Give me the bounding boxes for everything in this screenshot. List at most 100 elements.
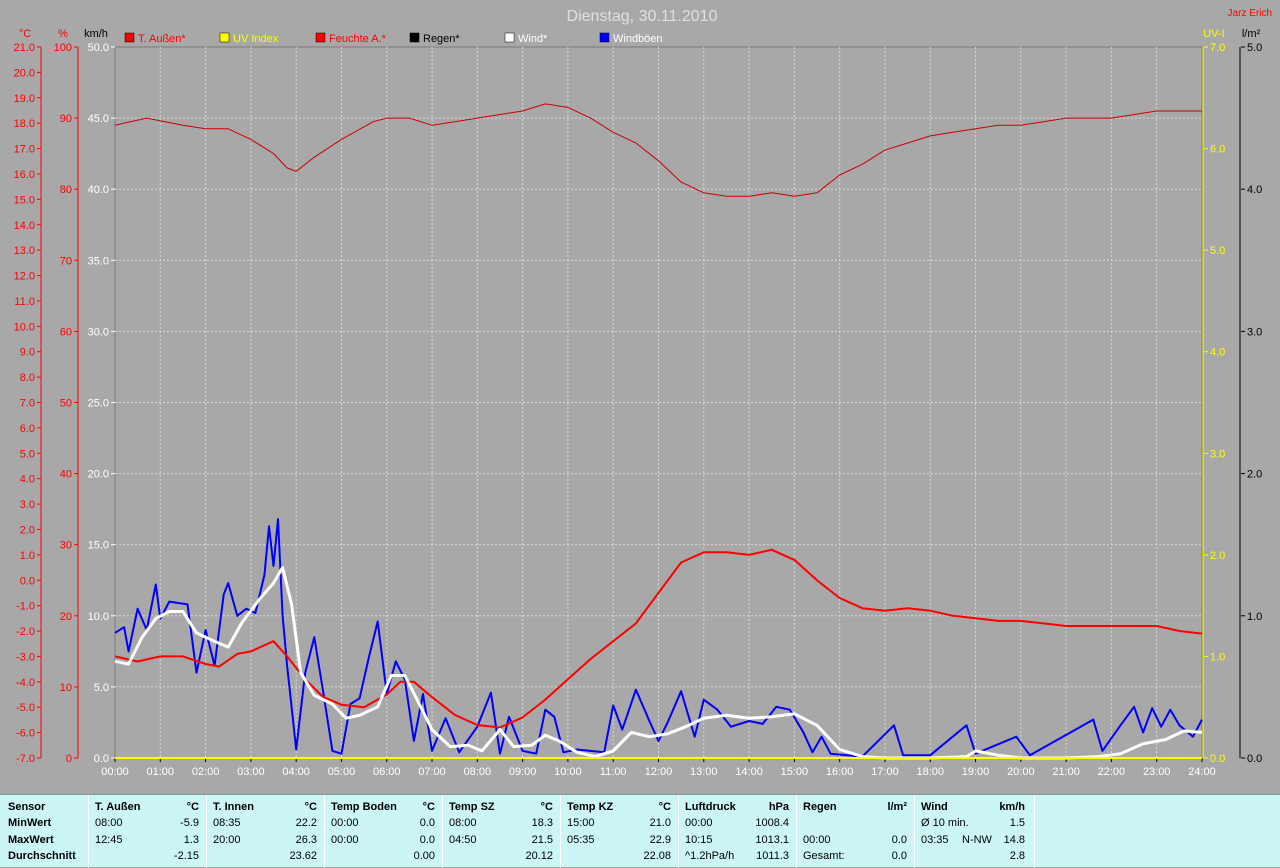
stats-min-time: 00:00 [685,817,713,829]
stats-col-unit: hPa [768,801,789,813]
wind-tick: 15.0 [88,540,109,552]
stats-min-value: 21.0 [649,817,671,829]
humidity-tick: 80 [60,184,72,196]
stats-column: T. Außen °C 08:00 -5.9 12:45 1.3 -2.15 [89,795,207,868]
stats-max-value: 0.0 [891,834,907,846]
temp-tick: 3.0 [20,499,35,511]
stats-min-value: -5.9 [180,817,199,829]
stats-max-value: 0.0 [419,834,435,846]
wind-tick: 20.0 [88,469,109,481]
stats-avg-value: 1011.3 [756,850,789,862]
legend-label: T. Außen* [138,33,186,45]
temp-tick: 5.0 [20,448,35,460]
stats-max-value: 1.3 [183,834,199,846]
x-tick-label: 20:00 [1007,766,1035,778]
x-tick-label: 03:00 [237,766,265,778]
x-tick-label: 10:00 [554,766,582,778]
x-tick-label: 09:00 [509,766,537,778]
x-tick-label: 06:00 [373,766,401,778]
temp-tick: 15.0 [14,194,35,206]
stats-avg-value: 0.0 [891,850,907,862]
temp-tick: 18.0 [14,118,35,130]
legend-label: UV Index [233,33,279,45]
stats-col-unit: °C [422,801,435,813]
x-tick-label: 14:00 [735,766,763,778]
stats-col-name: T. Innen [213,801,254,813]
x-tick-label: 01:00 [147,766,175,778]
humidity-tick: 60 [60,326,72,338]
legend-label: Feuchte A.* [329,33,387,45]
legend-swatch [504,32,515,43]
legend-swatch [315,32,326,43]
legend-swatch [599,32,610,43]
x-tick-label: 00:00 [101,766,129,778]
author-label: Jarz Erich [1228,8,1272,19]
x-tick-label: 05:00 [328,766,356,778]
temp-tick: 20.0 [14,67,35,79]
temp-tick: -5.0 [16,702,35,714]
stats-avg-value: 2.8 [1009,850,1025,862]
temp-tick: 1.0 [20,550,35,562]
x-tick-label: 17:00 [871,766,899,778]
stats-avg-value: 23.62 [289,850,317,862]
humidity-tick: 90 [60,113,72,125]
stats-max-value: 14.8 [1003,834,1025,846]
stats-panel: Sensor MinWert MaxWert Durchschnitt T. Außen… [0,794,1280,868]
stats-min-value: 1008.4 [755,817,789,829]
x-tick-label: 12:00 [645,766,673,778]
stats-avg-label: ^1.2hPa/h [685,850,735,862]
rain-tick: 1.0 [1247,611,1262,623]
left-axes: 21.0 20.0 19.0 18.0 17.0 16.0 15.0 14.0 13.0 12.0… [14,42,115,765]
stats-column: T. Innen °C 08:35 22.2 20:00 26.3 23.62 [207,795,325,868]
stats-col-unit: km/h [999,801,1025,813]
temp-tick: 6.0 [20,423,35,435]
stats-max-time: 12:45 [95,834,123,846]
stats-col-unit: °C [658,801,671,813]
temp-tick: -2.0 [16,626,35,638]
unit-rain: l/m² [1242,28,1261,40]
stats-max-value: 26.3 [295,834,317,846]
stats-column: Temp KZ °C 15:00 21.0 05:35 22.9 22.08 [561,795,679,868]
wind-tick: 35.0 [88,255,109,267]
wind-tick: 45.0 [88,113,109,125]
stats-col-unit: °C [186,801,199,813]
stats-column: Regen l/m² 00:00 0.0 Gesamt: 0.0 [797,795,915,868]
humidity-tick: 50 [60,398,72,410]
stats-col-name: Regen [803,801,837,813]
legend: T. Außen* UV Index Feuchte A.* Regen* Wind* W… [124,32,663,45]
x-tick-label: 04:00 [282,766,310,778]
stats-column: Temp Boden °C 00:00 0.0 00:00 0.0 0.00 [325,795,443,868]
unit-wind: km/h [84,28,108,40]
stats-column: Wind km/h Ø 10 min. 1.5 03:35 N-NW 14.8 2.8 [915,795,1035,868]
wind-tick: 50.0 [88,42,109,54]
wind-tick: 30.0 [88,326,109,338]
temp-tick: -3.0 [16,651,35,663]
temp-tick: 9.0 [20,347,35,359]
stats-row-label: Durchschnitt [8,850,76,862]
stats-row-label: MinWert [8,817,52,829]
temp-tick: 10.0 [14,321,35,333]
wind-tick: 40.0 [88,184,109,196]
temp-tick: 0.0 [20,575,35,587]
rain-tick: 5.0 [1247,42,1262,54]
temp-tick: 12.0 [14,271,35,283]
temp-tick: -6.0 [16,728,35,740]
temp-tick: 8.0 [20,372,35,384]
stats-min-value: 1.5 [1009,817,1025,829]
humidity-tick: 10 [60,682,72,694]
x-tick-label: 15:00 [781,766,809,778]
temp-tick: 21.0 [14,42,35,54]
uv-tick: 4.0 [1210,347,1225,359]
x-tick-label: 19:00 [962,766,990,778]
stats-col-unit: °C [304,801,317,813]
humidity-tick: 0 [66,753,72,765]
stats-avg-value: 22.08 [643,850,671,862]
stats-min-time: 08:35 [213,817,241,829]
temp-tick: 14.0 [14,220,35,232]
wind-tick: 25.0 [88,398,109,410]
stats-max-time: 00:00 [803,834,831,846]
stats-max-time: 05:35 [567,834,595,846]
stats-max-time: 00:00 [331,834,359,846]
x-tick-label: 16:00 [826,766,854,778]
temp-tick: 13.0 [14,245,35,257]
